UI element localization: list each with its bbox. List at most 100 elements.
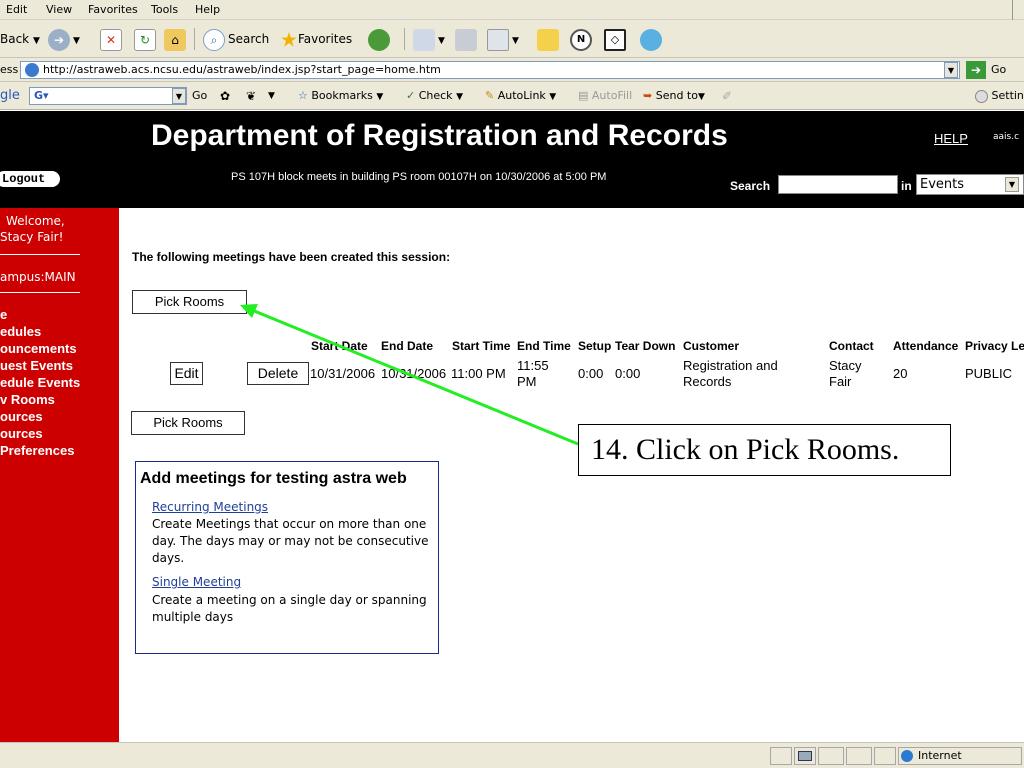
search-button[interactable]: ⌕ Search [203, 28, 270, 51]
home-button[interactable]: ⌂ [164, 28, 189, 51]
refresh-icon: ↻ [134, 28, 156, 51]
search-scope-select[interactable]: Events ▼ [916, 174, 1024, 195]
pagerank-icon[interactable]: ✿ [220, 85, 230, 107]
edit-button[interactable]: Edit [170, 362, 203, 385]
single-meeting-link[interactable]: Single Meeting [152, 575, 241, 589]
address-input[interactable]: http://astraweb.acs.ncsu.edu/astraweb/in… [20, 61, 960, 79]
settings-button[interactable]: Settin [975, 85, 1024, 107]
cell-setup: 0:00 [578, 366, 604, 381]
pick-rooms-button-bottom[interactable]: Pick Rooms [131, 411, 245, 435]
user-name: Stacy Fair! [0, 230, 64, 244]
col-start-date: Start Date [311, 339, 368, 353]
highlighter-icon[interactable]: ✐ [722, 85, 732, 107]
mail-button[interactable]: ▼ [413, 28, 445, 51]
chevron-down-icon: ▼ [376, 92, 384, 102]
col-end-date: End Date [381, 339, 434, 353]
edit-page-button[interactable]: ▼ [487, 28, 519, 51]
print-button[interactable] [455, 28, 480, 51]
sidebar-item-resources[interactable]: ources [0, 408, 80, 425]
site-search-input[interactable] [778, 175, 898, 194]
sendto-label: Send to [655, 89, 698, 102]
sidebar-item-schedules[interactable]: edules [0, 323, 80, 340]
room-notice: PS 107H block meets in building PS room … [231, 171, 607, 183]
forward-arrow-icon: ➔ [48, 28, 70, 51]
pick-rooms-button[interactable]: Pick Rooms [132, 290, 247, 314]
add-meetings-title: Add meetings for testing astra web [140, 470, 407, 487]
back-button[interactable]: Back ▼ [0, 28, 40, 50]
cell-end-time: 11:55 PM [517, 358, 549, 389]
favorites-button[interactable]: ★Favorites [280, 27, 353, 52]
search-icon: ⌕ [203, 28, 225, 51]
google-search-input[interactable]: G▾ [29, 87, 187, 105]
browser-toolbar: Back ▼ ➔ ▼ ✕ ↻ ⌂ ⌕ Search ★Favorites ▼ ▼ N… [0, 20, 1024, 58]
sidebar-item-schedule-events[interactable]: edule Events [0, 374, 80, 391]
address-dropdown[interactable]: ▼ [944, 62, 958, 78]
spellcheck-icon: ✓ [406, 89, 416, 102]
cell-end-date: 10/31/2006 [381, 366, 447, 381]
sidebar-item-view-rooms[interactable]: v Rooms [0, 391, 80, 408]
sidebar-item-announcements[interactable]: ouncements [0, 340, 80, 357]
sidebar-item-home[interactable]: e [0, 306, 80, 323]
site-title: Department of Registration and Records [151, 119, 728, 152]
go-button[interactable]: Go [991, 63, 1006, 76]
google-dropdown[interactable]: ▼ [172, 88, 186, 104]
toolbar-separator [194, 28, 195, 50]
cell-customer: Registration and Records [683, 358, 778, 389]
chevron-down-icon[interactable]: ▼ [33, 36, 40, 46]
col-end-time: End Time [517, 339, 571, 353]
news-icon[interactable]: ❦ [246, 85, 256, 107]
cell-start-time: 11:00 PM [451, 366, 506, 381]
menu-tools[interactable]: Tools [151, 3, 178, 16]
check-button[interactable]: ✓ Check ▼ [406, 85, 463, 107]
star-outline-icon: ☆ [298, 89, 308, 102]
go-arrow-icon[interactable]: ➔ [966, 61, 986, 79]
messenger-button[interactable]: N [570, 28, 595, 51]
menu-edit[interactable]: Edit [6, 3, 27, 16]
status-pane [770, 747, 792, 765]
refresh-button[interactable]: ↻ [134, 28, 159, 51]
menu-favorites[interactable]: Favorites [88, 3, 138, 16]
single-description: Create a meeting on a single day or span… [152, 593, 427, 624]
logout-button[interactable]: Logout [0, 171, 60, 187]
recurring-meetings-link[interactable]: Recurring Meetings [152, 500, 268, 514]
sendto-icon: ➥ [643, 89, 653, 102]
google-go-button[interactable]: Go [192, 85, 207, 107]
col-privacy: Privacy Le [965, 339, 1024, 353]
bookmarks-button[interactable]: ☆ Bookmarks ▼ [298, 85, 383, 107]
star-icon: ★ [280, 27, 298, 52]
delete-button[interactable]: Delete [247, 362, 309, 385]
security-zone: Internet [898, 747, 1022, 765]
research-button[interactable]: ◇ [604, 28, 629, 51]
autofill-label: AutoFill [591, 89, 633, 102]
sidebar-item-resources-2[interactable]: ources [0, 425, 80, 442]
site-header: Department of Registration and Records H… [0, 111, 1024, 208]
col-customer: Customer [683, 339, 740, 353]
sidebar-item-request-events[interactable]: uest Events [0, 357, 80, 374]
sidebar-item-preferences[interactable]: Preferences [0, 442, 80, 459]
settings-icon [975, 89, 988, 103]
discuss-button[interactable] [537, 28, 562, 51]
forward-button[interactable]: ➔ ▼ [48, 28, 80, 51]
sidebar-divider [0, 292, 80, 293]
chevron-down-icon[interactable]: ▼ [268, 85, 275, 107]
people-button[interactable] [640, 28, 665, 51]
search-label: Search [228, 32, 270, 46]
menu-help[interactable]: Help [195, 3, 220, 16]
autolink-button[interactable]: ✎ AutoLink ▼ [485, 85, 556, 107]
menu-view[interactable]: View [46, 3, 72, 16]
search-label: Search [730, 179, 771, 193]
help-link[interactable]: HELP [934, 131, 968, 146]
status-text [0, 747, 766, 765]
autofill-button[interactable]: ▤ AutoFill [578, 85, 632, 107]
welcome-text: Welcome, [6, 214, 65, 228]
favorites-label: Favorites [297, 32, 353, 46]
col-attendance: Attendance [893, 339, 959, 353]
sendto-button[interactable]: ➥ Send to▼ [643, 85, 705, 107]
cell-attendance: 20 [893, 366, 908, 381]
media-button[interactable] [368, 28, 393, 51]
home-icon: ⌂ [164, 28, 186, 51]
stop-button[interactable]: ✕ [100, 28, 125, 51]
globe-icon [901, 750, 913, 762]
autolink-label: AutoLink [497, 89, 546, 102]
search-scope-value: Events [920, 177, 965, 192]
